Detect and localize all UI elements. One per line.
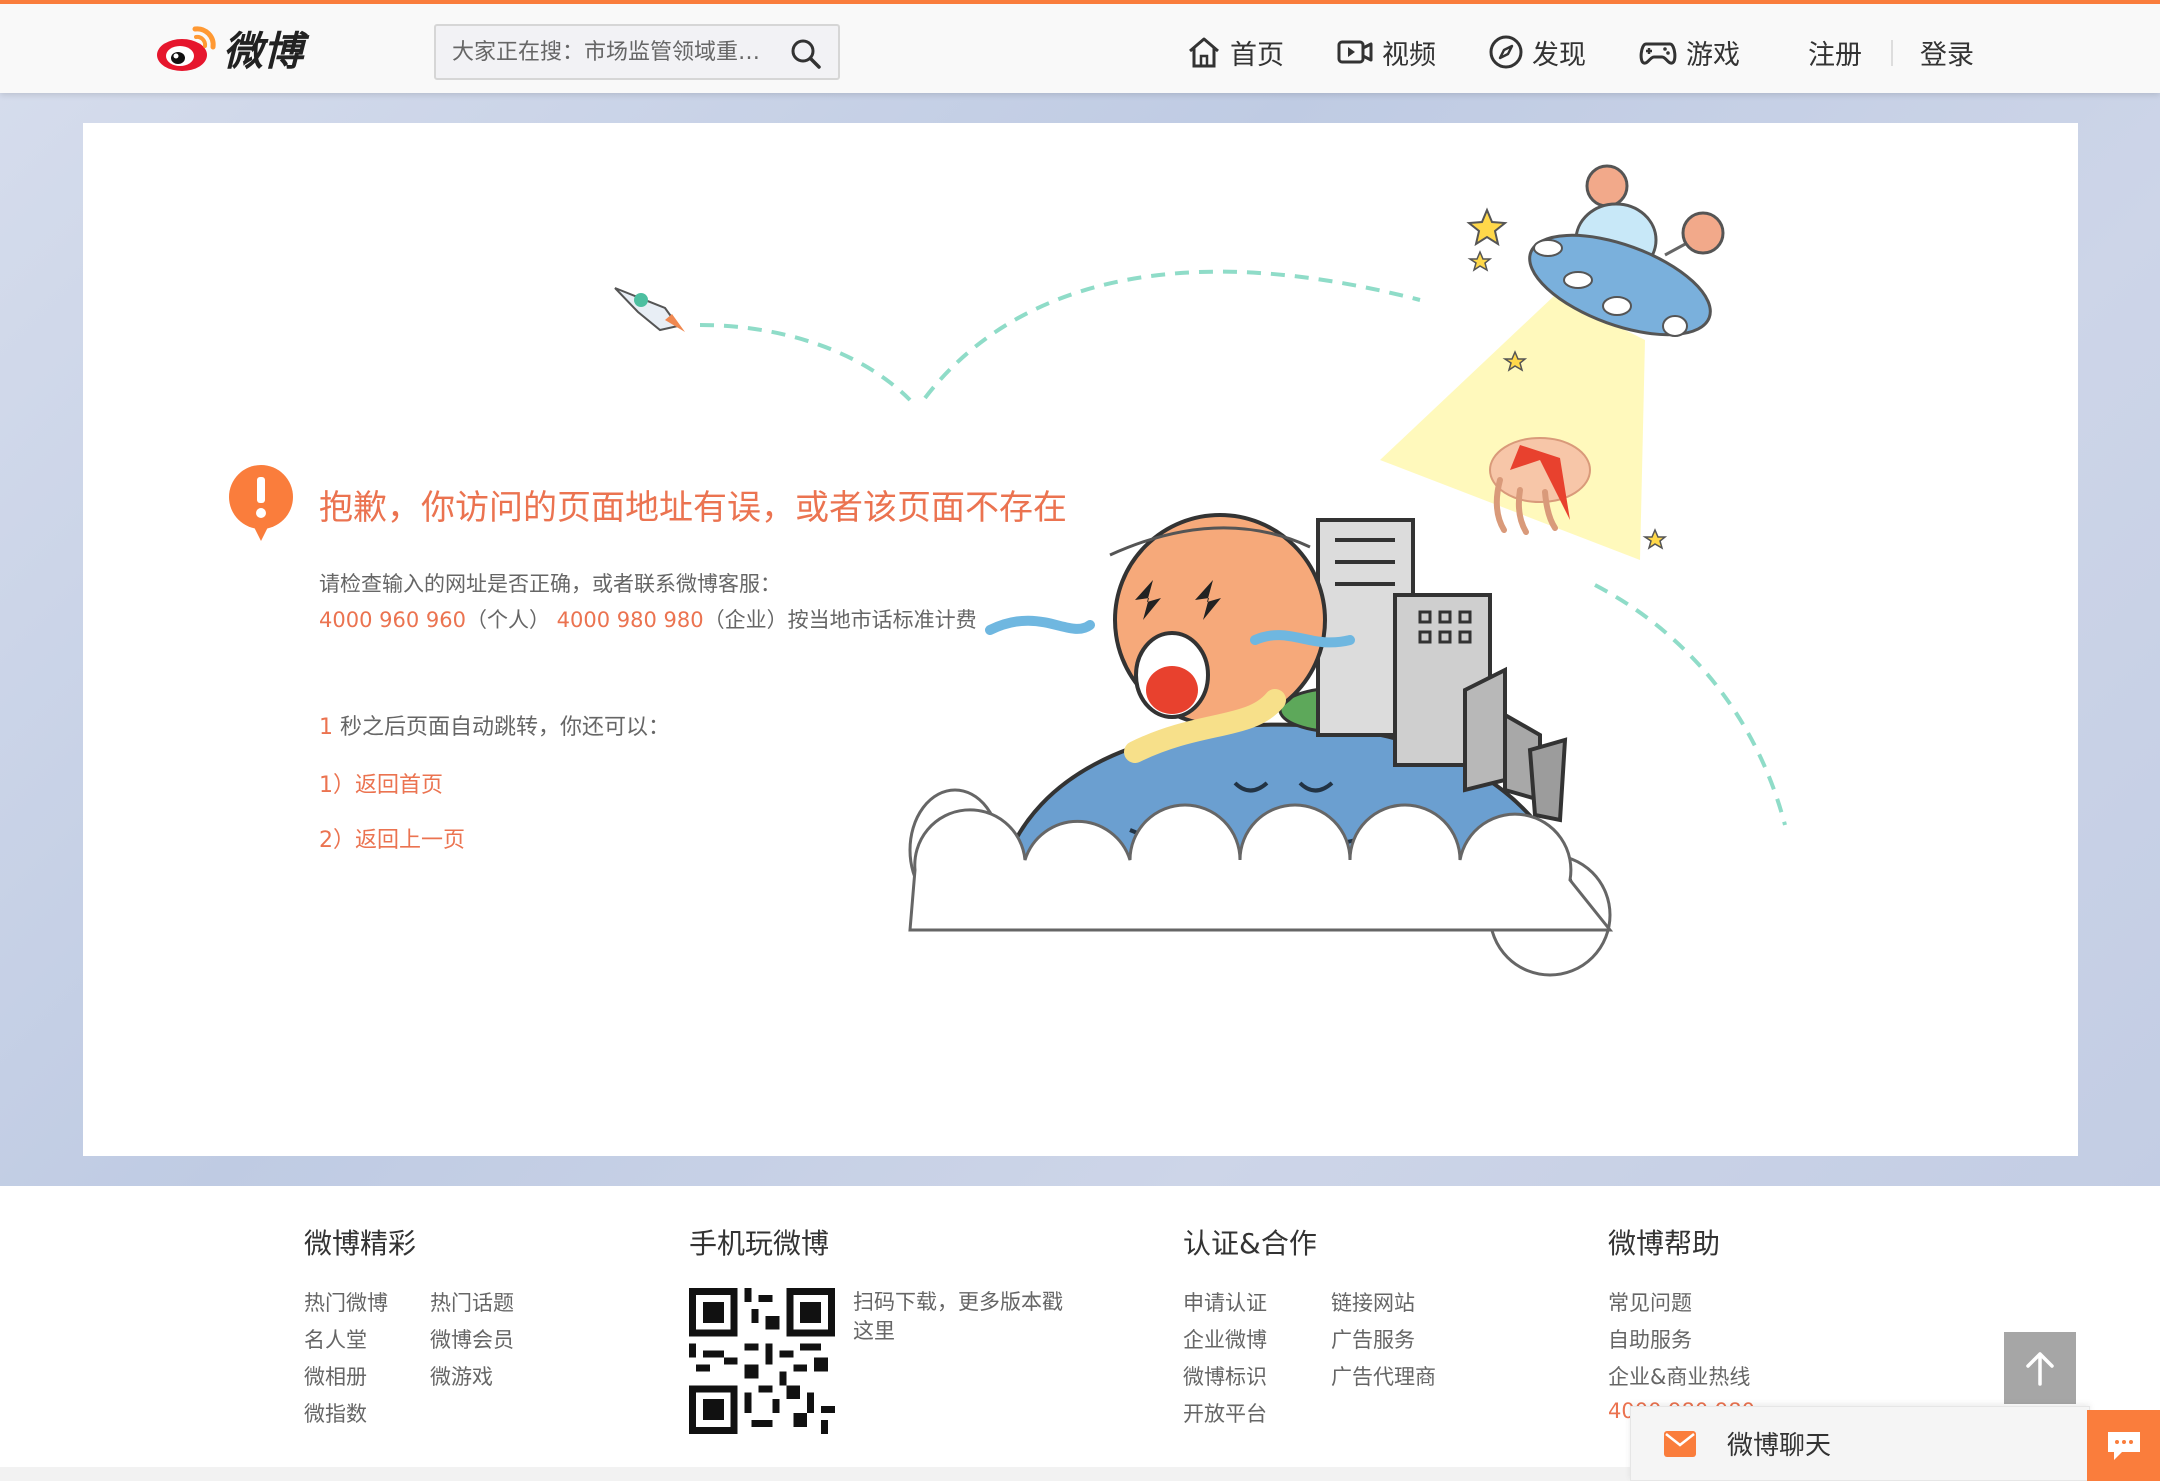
chat-label: 微博聊天 [1727,1431,1832,1461]
back-previous-link[interactable]: 2）返回上一页 [319,822,465,854]
login-link[interactable]: 登录 [1920,30,1974,74]
register-link[interactable]: 注册 [1808,30,1862,74]
footer-link[interactable]: 热门微博 [304,1287,388,1317]
warning-icon [229,465,293,541]
footer-link[interactable]: 企业&商业热线 [1608,1361,1750,1391]
back-to-top-button[interactable] [2004,1332,2076,1404]
weibo-eye-icon [157,26,216,71]
footer-col1-title: 微博精彩 [304,1227,417,1260]
footer-link[interactable]: 广告代理商 [1331,1361,1436,1391]
footer-link[interactable]: 企业微博 [1183,1324,1267,1354]
home-icon [1189,37,1219,68]
gamepad-icon [1639,42,1677,65]
nav-discover[interactable]: 发现 [1488,30,1586,74]
search-box [434,24,840,80]
footer-link[interactable]: 自助服务 [1608,1324,1692,1354]
nav-games[interactable]: 游戏 [1638,30,1740,74]
nav-divider [1891,40,1893,66]
mail-icon [1664,1430,1696,1457]
qr-code-image[interactable] [689,1288,835,1434]
footer-link[interactable]: 名人堂 [304,1324,367,1354]
register-label: 注册 [1808,39,1862,71]
back-home-link[interactable]: 1）返回首页 [319,767,443,799]
front-clouds [908,803,1614,932]
weibo-logo[interactable]: 微博 [155,20,303,76]
top-navbar: 微博 首页 视频 发现 [0,0,2160,93]
countdown-number: 1 [319,715,333,740]
footer-link[interactable]: 常见问题 [1608,1287,1692,1317]
video-icon [1337,40,1373,64]
footer-link[interactable]: 热门话题 [430,1287,514,1317]
footer-link[interactable]: 微指数 [304,1398,367,1428]
phone-personal: 4000 960 960 [319,608,466,632]
footer-col2-title: 手机玩微博 [689,1227,830,1260]
nav-home-label: 首页 [1230,39,1284,71]
search-input[interactable] [452,36,782,68]
footer-link[interactable]: 广告服务 [1331,1324,1415,1354]
chat-open-button[interactable] [2087,1410,2160,1481]
footer-link[interactable]: 微游戏 [430,1361,493,1391]
chat-bar[interactable]: 微博聊天 [1630,1406,2090,1481]
footer-col3-title: 认证&合作 [1183,1227,1317,1260]
personal-label: （个人） [465,608,550,632]
nav-games-label: 游戏 [1686,39,1740,71]
search-icon[interactable] [790,38,822,70]
footer-link[interactable]: 微相册 [304,1361,367,1391]
logo-text: 微博 [223,29,303,75]
error-illustration [614,164,1787,977]
nav-video[interactable]: 视频 [1336,30,1436,74]
footer-link[interactable]: 微博会员 [430,1324,514,1354]
nav-video-label: 视频 [1382,39,1436,71]
login-label: 登录 [1920,39,1974,71]
footer-link[interactable]: 开放平台 [1183,1398,1267,1428]
footer-link[interactable]: 申请认证 [1183,1287,1267,1317]
rocket-icon [614,287,685,332]
nav-home[interactable]: 首页 [1186,30,1284,74]
footer-col4-title: 微博帮助 [1608,1227,1721,1260]
arrow-up-icon [2026,1352,2054,1386]
footer-link[interactable]: 微博标识 [1183,1361,1267,1391]
chat-bubble-icon [2107,1431,2140,1460]
nav-discover-label: 发现 [1532,39,1586,71]
footer-link[interactable]: 链接网站 [1331,1287,1415,1317]
qr-caption[interactable]: 扫码下载，更多版本戳这里 [853,1288,1073,1346]
compass-icon [1489,35,1523,69]
